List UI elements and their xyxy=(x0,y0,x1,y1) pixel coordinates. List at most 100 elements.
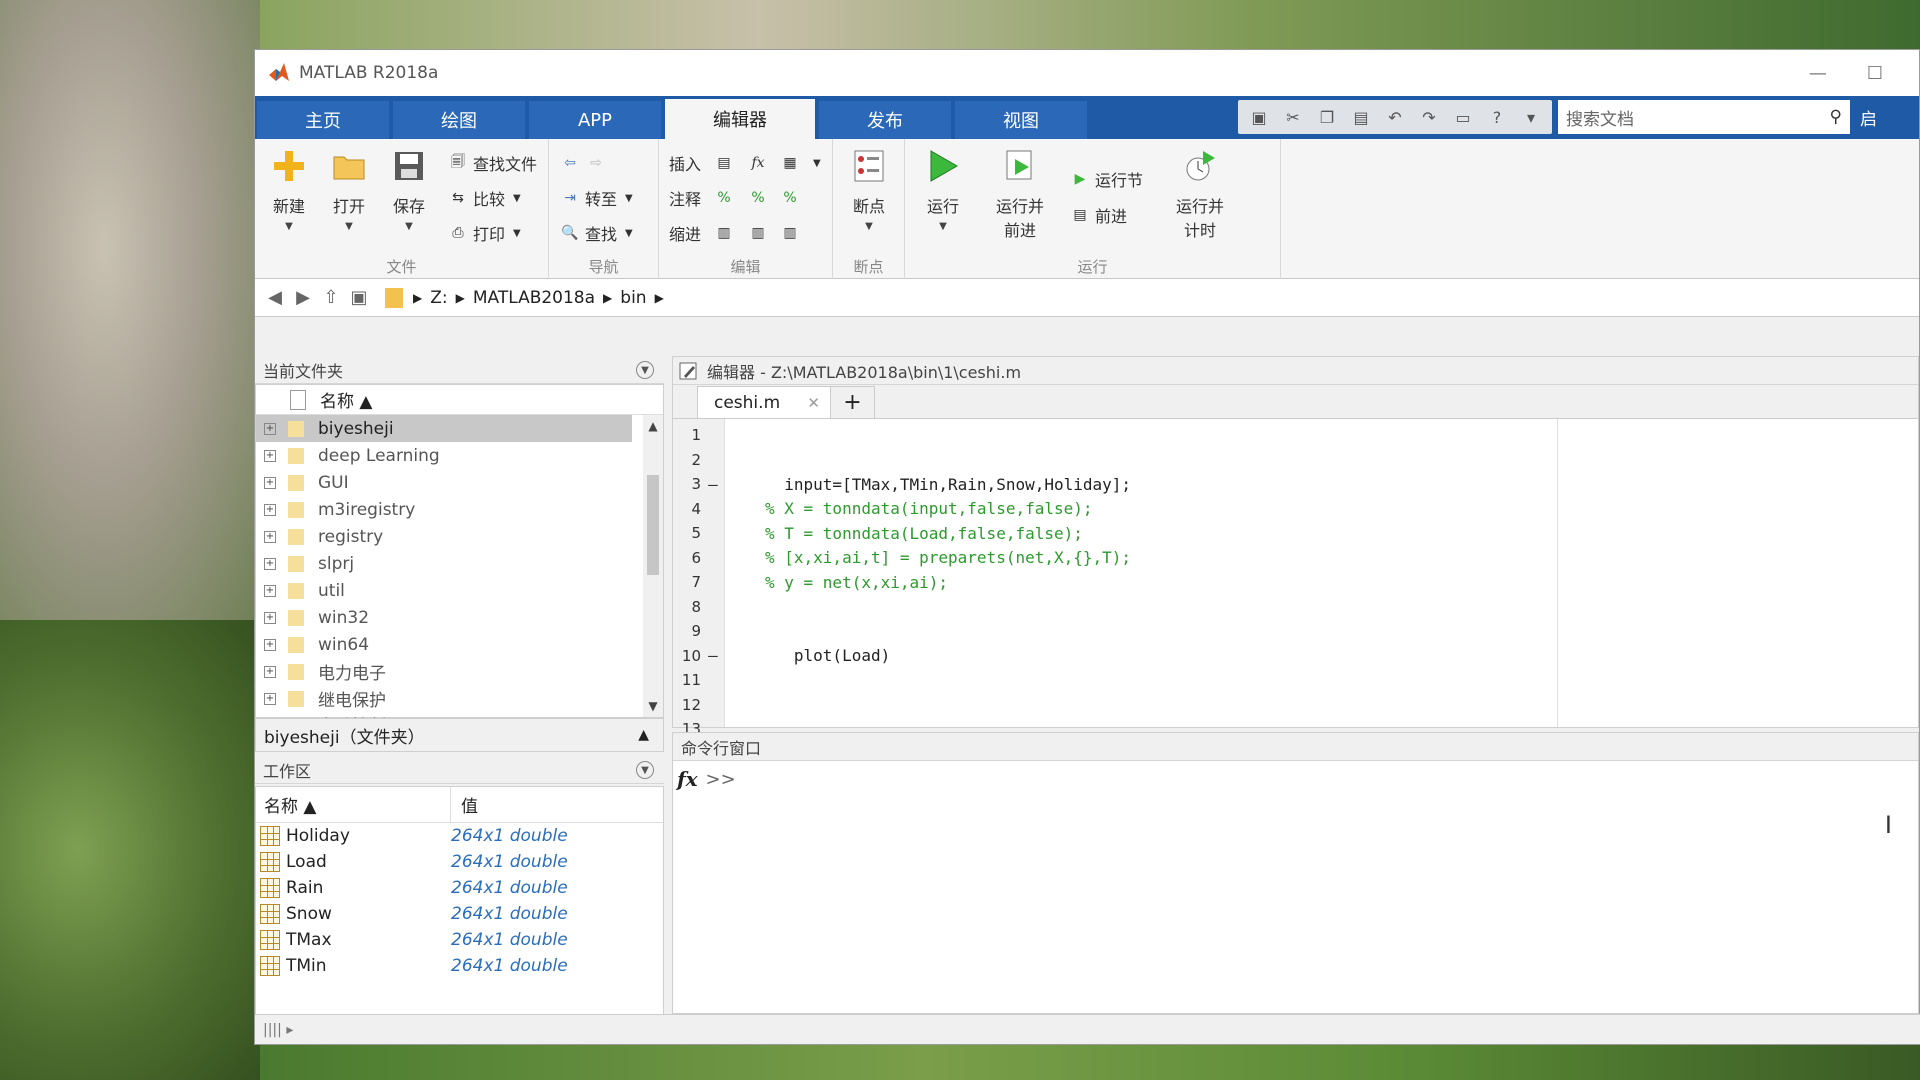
folder-column-header[interactable]: 名称 ▲ xyxy=(256,385,663,415)
breadcrumb-matlab[interactable]: MATLAB2018a xyxy=(473,288,595,308)
help-icon[interactable]: ? xyxy=(1484,105,1510,129)
cut-icon[interactable]: ✂ xyxy=(1280,105,1306,129)
folder-item[interactable]: + win32 xyxy=(256,604,663,631)
column-value[interactable]: 值 xyxy=(451,792,478,817)
code-area[interactable]: 1 2 3— input=[TMax,TMin,Rain,Snow,Holiday]… xyxy=(673,419,1918,738)
breakpoint-marker[interactable]: — xyxy=(701,646,725,665)
back-arrow-icon[interactable]: ◀ xyxy=(261,287,289,308)
tab-home[interactable]: 主页 xyxy=(257,101,389,139)
find-files-button[interactable]: 🗐 查找文件 xyxy=(447,149,537,177)
maximize-button[interactable]: ☐ xyxy=(1867,63,1883,84)
workspace-row[interactable]: Rain 264x1 double xyxy=(256,875,663,901)
expand-icon[interactable]: + xyxy=(264,449,276,462)
folder-scrollbar[interactable]: ▲ ▼ xyxy=(643,415,663,717)
expand-icon[interactable]: + xyxy=(264,638,276,651)
expand-icon[interactable]: + xyxy=(264,665,276,678)
scroll-down-icon[interactable]: ▼ xyxy=(643,699,663,713)
command-prompt[interactable]: fx >> xyxy=(673,761,736,797)
search-icon[interactable]: ⚲ xyxy=(1830,107,1842,127)
expand-icon[interactable]: + xyxy=(264,557,276,570)
chevron-down-icon[interactable]: ▾ xyxy=(1518,105,1544,129)
folder-item[interactable]: + 继电保护 xyxy=(256,685,663,712)
workspace-row[interactable]: Snow 264x1 double xyxy=(256,901,663,927)
open-button[interactable]: 打开 ▼ xyxy=(321,147,377,232)
breadcrumb-bin[interactable]: bin xyxy=(620,288,646,308)
tab-publish[interactable]: 发布 xyxy=(819,101,951,139)
folder-item[interactable]: + GUI xyxy=(256,469,663,496)
copy-icon[interactable]: ❐ xyxy=(1314,105,1340,129)
command-window-body[interactable]: fx >> I xyxy=(673,761,1918,1013)
folder-item[interactable]: + win64 xyxy=(256,631,663,658)
undo-icon[interactable]: ↶ xyxy=(1382,105,1408,129)
print-button[interactable]: ⎙ 打印 ▼ xyxy=(447,219,520,247)
search-documentation-input[interactable]: 搜索文档 ⚲ xyxy=(1558,100,1850,134)
expand-icon[interactable]: + xyxy=(264,611,276,624)
expand-icon[interactable]: + xyxy=(264,503,276,516)
signin-text[interactable]: 启 xyxy=(1860,105,1877,130)
code-line[interactable]: 5 % T = tonndata(Load,false,false); xyxy=(673,521,1918,545)
new-button[interactable]: 新建 ▼ xyxy=(261,147,317,232)
tab-view[interactable]: 视图 xyxy=(955,101,1087,139)
scroll-up-icon[interactable]: ▲ xyxy=(643,419,663,433)
run-and-advance-button[interactable]: 运行并 前进 xyxy=(987,147,1053,241)
code-line[interactable]: 2 xyxy=(673,448,1918,472)
folder-item[interactable]: + deep Learning xyxy=(256,442,663,469)
panel-menu-icon[interactable]: ▼ xyxy=(636,761,654,779)
expand-icon[interactable]: + xyxy=(264,422,276,435)
fx-icon[interactable]: fx xyxy=(677,767,698,791)
code-line[interactable]: 8 xyxy=(673,595,1918,619)
run-and-time-button[interactable]: 运行并 计时 xyxy=(1167,147,1233,241)
breakpoints-button[interactable]: 断点 ▼ xyxy=(841,147,897,232)
code-line[interactable]: 9 xyxy=(673,619,1918,643)
up-folder-icon[interactable]: ⇧ xyxy=(317,287,345,308)
save-button[interactable]: 保存 ▼ xyxy=(381,147,437,232)
back-nav-button[interactable]: ⇦ ⇨ xyxy=(559,149,611,177)
folder-item[interactable]: + 电力电子 xyxy=(256,658,663,685)
tab-editor[interactable]: 编辑器 xyxy=(665,99,815,139)
workspace-row[interactable]: TMax 264x1 double xyxy=(256,927,663,953)
details-panel[interactable]: biyesheji（文件夹） ▲ xyxy=(255,718,664,752)
breadcrumb-drive[interactable]: Z: xyxy=(430,288,447,308)
folder-item[interactable]: + slprj xyxy=(256,550,663,577)
code-line[interactable]: 7 % y = net(x,xi,ai); xyxy=(673,570,1918,594)
save-icon[interactable]: ▣ xyxy=(1246,105,1272,129)
expand-icon[interactable]: + xyxy=(264,584,276,597)
folder-item[interactable]: + biyesheji xyxy=(256,415,632,442)
column-name[interactable]: 名称 ▲ xyxy=(256,787,451,822)
close-tab-icon[interactable]: ✕ xyxy=(807,394,820,412)
workspace-row[interactable]: TMin 264x1 double xyxy=(256,953,663,979)
new-tab-plus-icon[interactable]: + xyxy=(831,386,875,418)
switch-windows-icon[interactable]: ▭ xyxy=(1450,105,1476,129)
code-line[interactable]: 11 xyxy=(673,668,1918,692)
run-button[interactable]: 运行 ▼ xyxy=(915,147,971,232)
goto-button[interactable]: ⇥ 转至 ▼ xyxy=(559,184,633,212)
breakpoint-marker[interactable]: — xyxy=(701,475,725,494)
tab-plots[interactable]: 绘图 xyxy=(393,101,525,139)
forward-arrow-icon[interactable]: ▶ xyxy=(289,287,317,308)
folder-item[interactable]: + registry xyxy=(256,523,663,550)
folder-item[interactable]: + util xyxy=(256,577,663,604)
workspace-row[interactable]: Holiday 264x1 double xyxy=(256,823,663,849)
paste-icon[interactable]: ▤ xyxy=(1348,105,1374,129)
find-button[interactable]: 🔍 查找 ▼ xyxy=(559,219,632,247)
code-line[interactable]: 3— input=[TMax,TMin,Rain,Snow,Holiday]; xyxy=(673,472,1918,496)
workspace-row[interactable]: Load 264x1 double xyxy=(256,849,663,875)
scroll-thumb[interactable] xyxy=(647,475,659,575)
panel-menu-icon[interactable]: ▼ xyxy=(636,361,654,379)
expand-icon[interactable]: + xyxy=(264,476,276,489)
redo-icon[interactable]: ↷ xyxy=(1416,105,1442,129)
advance-button[interactable]: ▤ 前进 xyxy=(1069,201,1127,229)
code-line[interactable]: 10— plot(Load) xyxy=(673,644,1918,668)
compare-button[interactable]: ⇆ 比较 ▼ xyxy=(447,184,521,212)
code-line[interactable]: 12 xyxy=(673,693,1918,717)
tab-apps[interactable]: APP xyxy=(529,101,661,139)
code-line[interactable]: 4 % X = tonndata(input,false,false); xyxy=(673,497,1918,521)
indent-button[interactable]: 缩进 ▥ ▥ ▥ xyxy=(669,219,805,247)
insert-button[interactable]: 插入 ▤ fx ▦ ▼ xyxy=(669,149,821,177)
code-line[interactable]: 1 xyxy=(673,423,1918,447)
run-section-button[interactable]: ▶ 运行节 xyxy=(1069,165,1143,193)
comment-button[interactable]: 注释 % % % xyxy=(669,184,805,212)
browse-folder-icon[interactable]: ▣ xyxy=(345,287,373,308)
code-line[interactable]: 6 % [x,xi,ai,t] = preparets(net,X,{},T); xyxy=(673,546,1918,570)
expand-icon[interactable]: + xyxy=(264,692,276,705)
